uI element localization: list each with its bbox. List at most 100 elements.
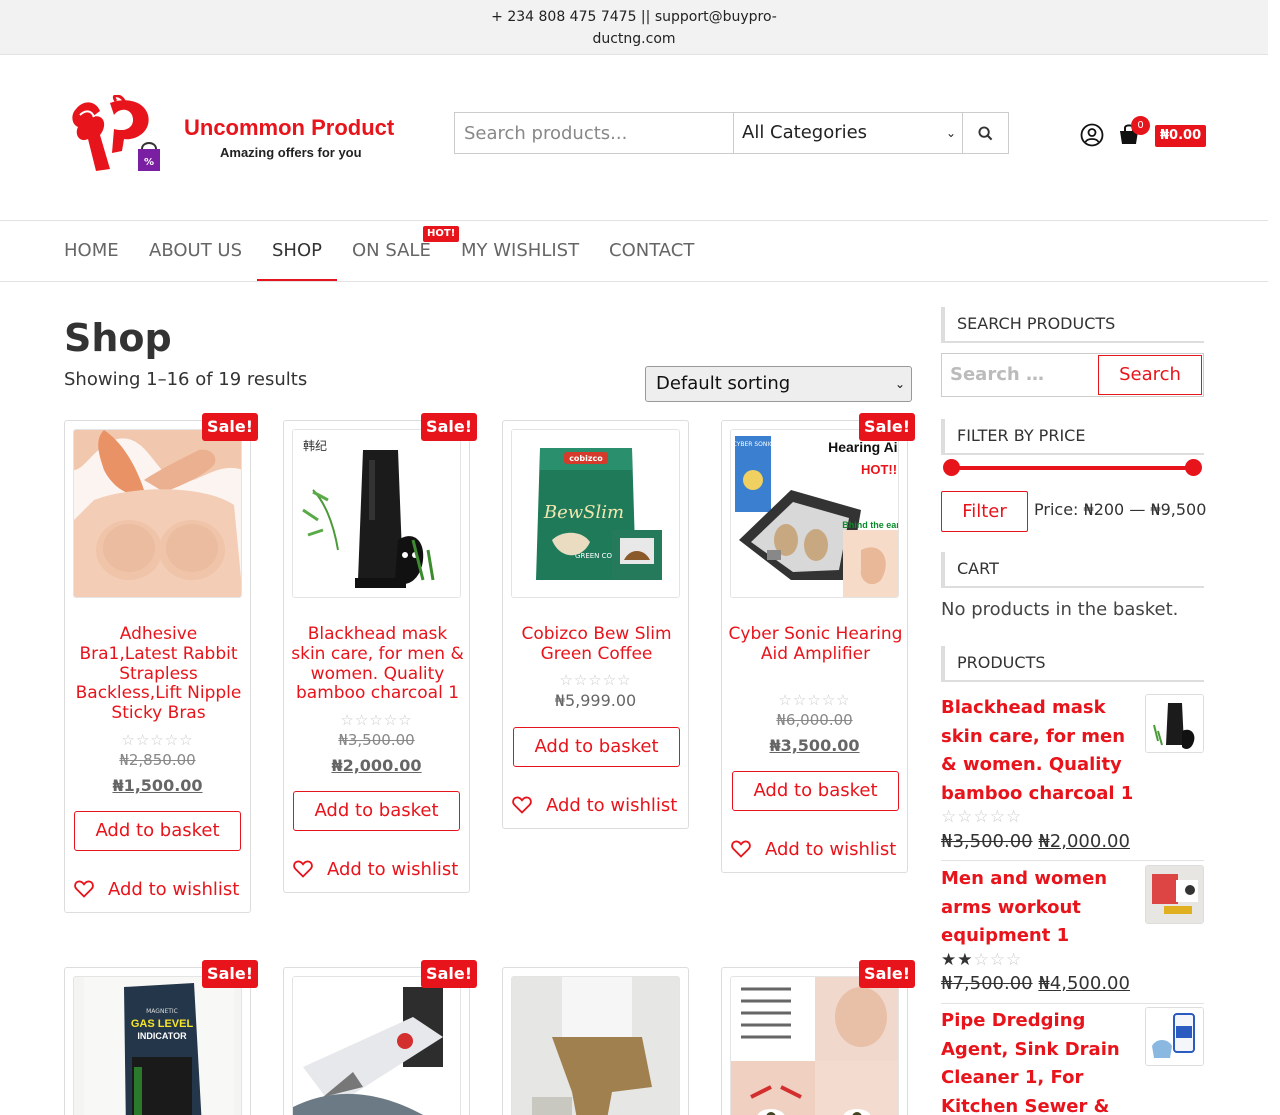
- add-to-wishlist-link[interactable]: Add to wishlist: [293, 859, 468, 880]
- pack-brand: cobizco: [569, 454, 603, 463]
- sidebar-search-input[interactable]: Search …: [950, 364, 1044, 385]
- svg-text:%: %: [144, 157, 154, 168]
- chevron-down-icon: ⌄: [894, 377, 905, 391]
- add-to-basket-button[interactable]: Add to basket: [74, 811, 241, 851]
- sidebar-product: Men and women arms workout equipment 1 ★…: [941, 865, 1204, 1003]
- product-title[interactable]: Cyber Sonic Hearing Aid Amplifier: [726, 624, 905, 665]
- wishlist-label: Add to wishlist: [546, 795, 678, 816]
- widget-title-filter: FILTER BY PRICE: [941, 419, 1204, 455]
- account-icon[interactable]: [1080, 123, 1104, 147]
- product-title[interactable]: Adhesive Bra1,Latest Rabbit Strapless Ba…: [69, 624, 248, 724]
- price-slider-max-handle[interactable]: [1185, 459, 1202, 476]
- rating-stars: ☆☆☆☆☆: [559, 671, 632, 689]
- sidebar-sale-price: ₦4,500.00: [1038, 973, 1130, 994]
- filter-button[interactable]: Filter: [941, 491, 1028, 532]
- product-card: Sale! Hearing Aids HOT!! CYBER SONIC Bhi…: [721, 413, 915, 873]
- category-select[interactable]: All Categories ⌄: [734, 113, 963, 153]
- sidebar-search: Search … Search: [941, 353, 1204, 397]
- site-logo[interactable]: % Uncommon Product Amazing offers for yo…: [70, 95, 410, 177]
- sidebar-old-price: ₦7,500.00: [941, 973, 1033, 994]
- old-price: ₦2,850.00: [119, 751, 196, 769]
- nav-contact[interactable]: CONTACT: [609, 221, 694, 281]
- product-image[interactable]: cobizco BewSlim GREEN COFFEE: [511, 429, 680, 598]
- old-price: ₦6,000.00: [776, 711, 853, 729]
- sidebar-product: Pipe Dredging Agent, Sink Drain Cleaner …: [941, 1007, 1204, 1115]
- product-image[interactable]: 韩纪: [292, 429, 461, 598]
- sidebar-product-image[interactable]: [1145, 694, 1204, 753]
- product-title[interactable]: Blackhead mask skin care, for men & wome…: [288, 624, 467, 704]
- brand-name: Uncommon Product: [184, 115, 395, 140]
- product-image[interactable]: Hearing Aids HOT!! CYBER SONIC Bhind the…: [730, 429, 899, 598]
- sorting-select[interactable]: Default sorting ⌄: [645, 366, 912, 402]
- sorting-select-value: Default sorting: [656, 373, 791, 394]
- product-card: Sale!: [283, 960, 477, 1115]
- add-to-basket-button[interactable]: Add to basket: [513, 727, 680, 767]
- brand-tagline: Amazing offers for you: [220, 145, 362, 160]
- add-to-wishlist-link[interactable]: Add to wishlist: [74, 879, 249, 900]
- widget-title-cart: CART: [941, 552, 1204, 588]
- sidebar-product-image[interactable]: [1145, 1007, 1204, 1066]
- sidebar-product: Blackhead mask skin care, for men & wome…: [941, 694, 1204, 860]
- sidebar-product-image[interactable]: [1145, 865, 1204, 924]
- nav-about-us[interactable]: ABOUT US: [149, 221, 242, 281]
- image-hot: HOT!!: [861, 462, 897, 477]
- image-caption: Bhind the ear: [842, 520, 899, 530]
- image-box-label: CYBER SONIC: [733, 441, 774, 448]
- sidebar-rating-stars: ☆☆☆☆☆: [941, 807, 1023, 827]
- page-title: Shop: [64, 316, 172, 360]
- sale-price: ₦1,500.00: [112, 776, 203, 795]
- nav-shop[interactable]: SHOP: [272, 221, 322, 281]
- heart-icon: [512, 796, 532, 814]
- product-image[interactable]: [292, 976, 461, 1115]
- sale-badge: Sale!: [859, 413, 915, 441]
- top-bar: + 234 808 475 7475 || support@buypro- du…: [0, 0, 1268, 55]
- add-to-basket-button[interactable]: Add to basket: [732, 771, 899, 811]
- sidebar-product-name[interactable]: Pipe Dredging Agent, Sink Drain Cleaner …: [941, 1007, 1137, 1115]
- cart-total[interactable]: ₦0.00: [1155, 125, 1207, 147]
- search-button[interactable]: [963, 113, 1008, 153]
- add-to-wishlist-link[interactable]: Add to wishlist: [731, 839, 906, 860]
- product-card: Sale! Adhesive Bra1,Latest Rabbit Strapl…: [64, 413, 258, 913]
- add-to-basket-button[interactable]: Add to basket: [293, 791, 460, 831]
- product-card: Sale! MAGNETIC GAS LEVEL INDICATOR: [64, 960, 258, 1115]
- widget-title-products: PRODUCTS: [941, 646, 1204, 682]
- product-image[interactable]: [511, 976, 680, 1115]
- hot-badge: HOT!: [423, 226, 460, 242]
- product-card: cobizco BewSlim GREEN COFFEE Cobizco Bew…: [502, 420, 689, 829]
- widget-title-search: SEARCH PRODUCTS: [941, 307, 1204, 343]
- heart-icon: [293, 860, 313, 878]
- contact-info: + 234 808 475 7475 || support@buypro- du…: [484, 6, 784, 50]
- category-select-value: All Categories: [742, 122, 868, 143]
- old-price: ₦3,500.00: [338, 731, 415, 749]
- image-text-2: INDICATOR: [137, 1031, 187, 1041]
- sidebar-product-name[interactable]: Blackhead mask skin care, for men & wome…: [941, 694, 1137, 808]
- sidebar-product-name[interactable]: Men and women arms workout equipment 1: [941, 865, 1137, 951]
- add-to-wishlist-link[interactable]: Add to wishlist: [512, 795, 687, 816]
- product-image[interactable]: [730, 976, 899, 1115]
- nav-home[interactable]: HOME: [64, 221, 119, 281]
- rating-stars: ☆☆☆☆☆: [121, 731, 194, 749]
- wishlist-label: Add to wishlist: [108, 879, 240, 900]
- rating-stars: ☆☆☆☆☆: [340, 711, 413, 729]
- image-text-1: GAS LEVEL: [131, 1018, 194, 1030]
- price-slider-track[interactable]: [950, 466, 1195, 470]
- heart-icon: [74, 880, 94, 898]
- sale-price: ₦2,000.00: [331, 756, 422, 775]
- nav-on-sale[interactable]: ON SALE: [352, 221, 431, 281]
- product-card: [502, 967, 689, 1115]
- sidebar-prices: ₦7,500.00 ₦4,500.00: [941, 973, 1130, 994]
- pack-name: BewSlim: [543, 502, 624, 523]
- sidebar-rating-stars: ★★☆☆☆: [941, 950, 1023, 970]
- product-card: Sale!: [721, 960, 915, 1115]
- wishlist-label: Add to wishlist: [765, 839, 897, 860]
- heart-icon: [731, 840, 751, 858]
- cart-count-badge: 0: [1131, 116, 1150, 135]
- product-image[interactable]: [73, 429, 242, 598]
- product-title[interactable]: Cobizco Bew Slim Green Coffee: [507, 624, 686, 665]
- product-image[interactable]: MAGNETIC GAS LEVEL INDICATOR: [73, 976, 242, 1115]
- product-search-input[interactable]: [455, 113, 734, 153]
- search-icon: [978, 125, 993, 140]
- price-slider-min-handle[interactable]: [943, 459, 960, 476]
- sidebar-search-button[interactable]: Search: [1098, 355, 1202, 395]
- nav-my-wishlist[interactable]: MY WISHLIST: [461, 221, 579, 281]
